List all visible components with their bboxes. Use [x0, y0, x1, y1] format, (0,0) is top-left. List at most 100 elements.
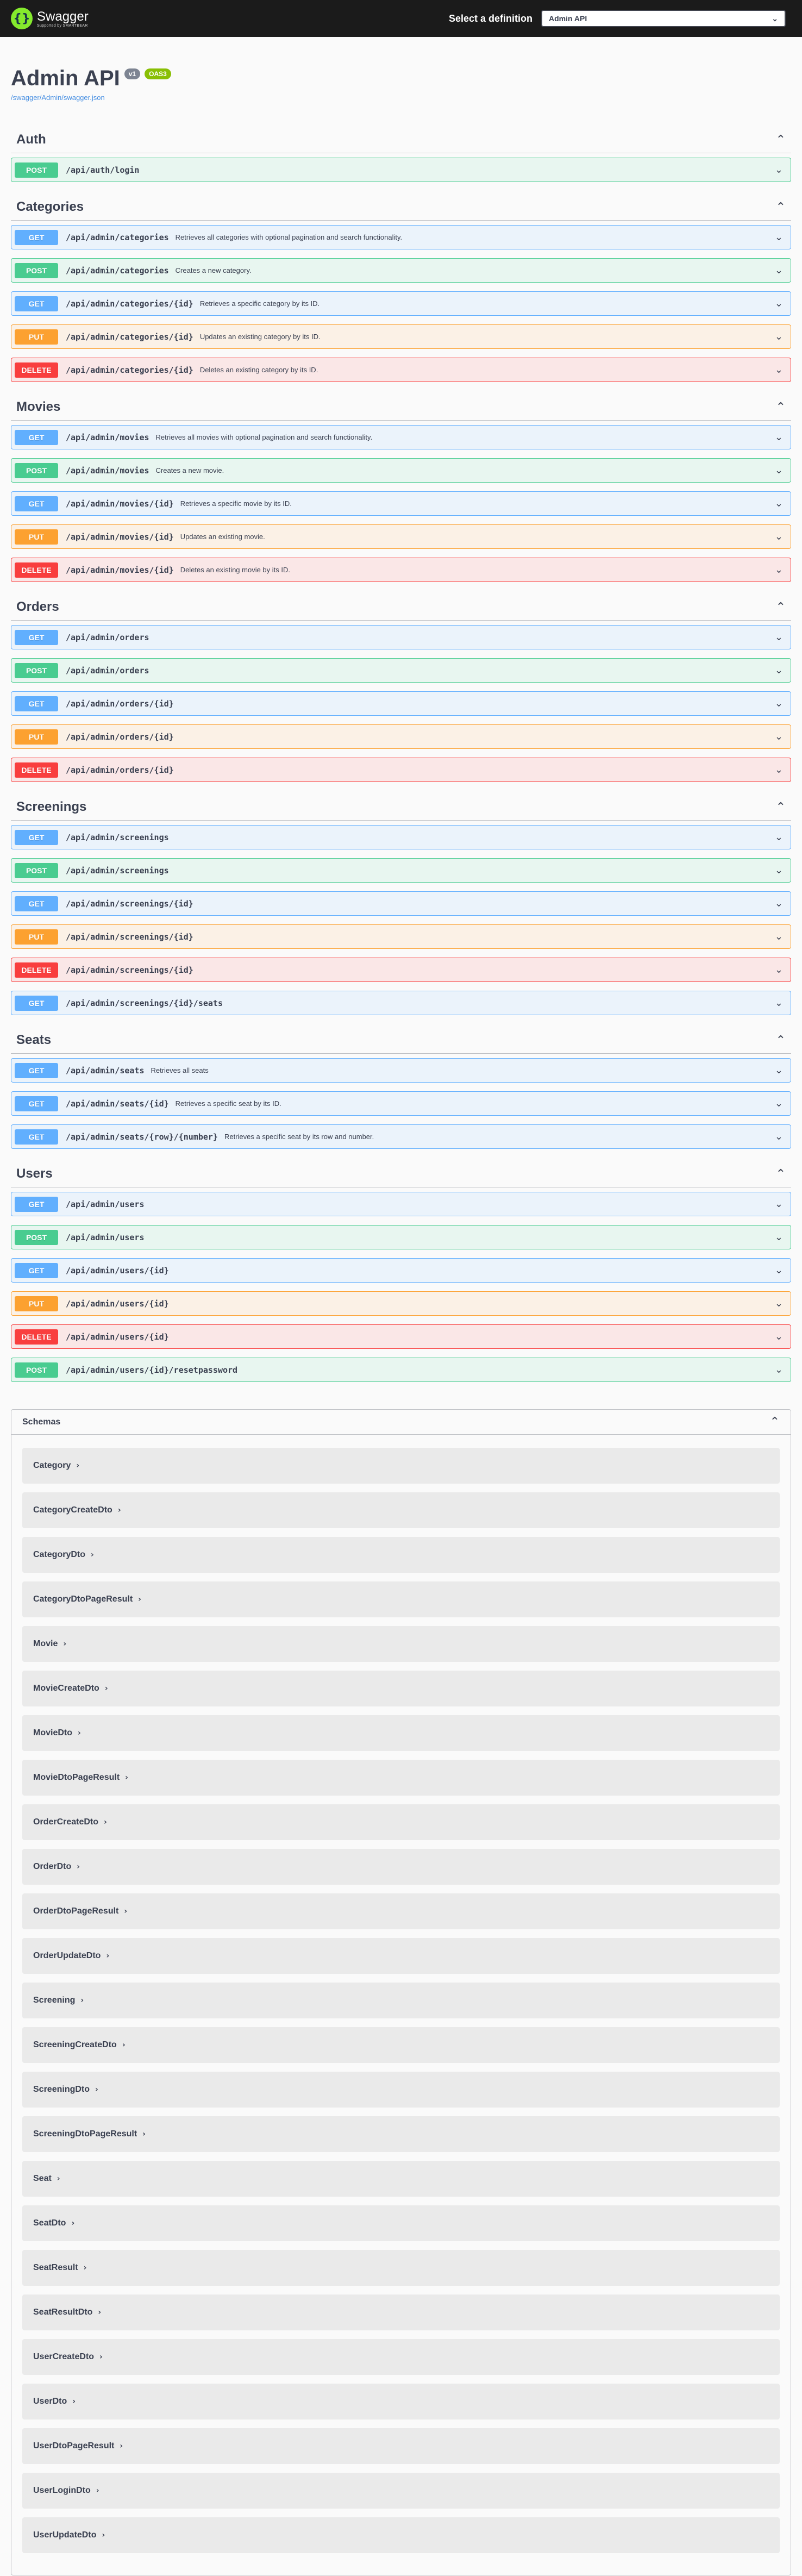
- operation-row[interactable]: POST/api/admin/movies Creates a new movie…: [11, 458, 791, 483]
- model-name: Seat: [33, 2174, 52, 2183]
- operation-row[interactable]: GET/api/admin/screenings ⌄: [11, 825, 791, 849]
- schema-model[interactable]: CategoryDtoPageResult ›: [22, 1581, 780, 1617]
- tag-header[interactable]: Users ⌃: [11, 1162, 791, 1187]
- operation-path: /api/auth/login: [66, 165, 140, 175]
- operation-path: /api/admin/users/{id}: [66, 1265, 169, 1276]
- model-name: SeatDto: [33, 2218, 66, 2228]
- chevron-up-icon: ⌃: [775, 400, 786, 414]
- schema-model[interactable]: SeatDto ›: [22, 2205, 780, 2241]
- method-badge: DELETE: [15, 562, 58, 578]
- tag-name: Orders: [16, 599, 59, 614]
- operation-row[interactable]: POST/api/admin/users/{id}/resetpassword ⌄: [11, 1358, 791, 1382]
- operation-row[interactable]: DELETE/api/admin/screenings/{id} ⌄: [11, 958, 791, 982]
- version-badge: v1: [124, 68, 141, 79]
- chevron-right-icon: ›: [122, 2041, 126, 2049]
- schema-model[interactable]: OrderDto ›: [22, 1849, 780, 1885]
- schema-model[interactable]: SeatResultDto ›: [22, 2294, 780, 2330]
- tag-name: Categories: [16, 199, 84, 214]
- method-badge: DELETE: [15, 1329, 58, 1345]
- schema-model[interactable]: CategoryDto ›: [22, 1537, 780, 1573]
- schema-model[interactable]: UserDto ›: [22, 2384, 780, 2419]
- method-badge: GET: [15, 496, 58, 511]
- schema-model[interactable]: UserLoginDto ›: [22, 2473, 780, 2509]
- operation-summary: Retrieves a specific movie by its ID.: [180, 499, 292, 508]
- schema-model[interactable]: ScreeningDto ›: [22, 2072, 780, 2108]
- operation-row[interactable]: GET/api/admin/categories/{id} Retrieves a…: [11, 291, 791, 316]
- operation-row[interactable]: GET/api/admin/users ⌄: [11, 1192, 791, 1216]
- operation-row[interactable]: GET/api/admin/orders/{id} ⌄: [11, 691, 791, 716]
- schema-model[interactable]: SeatResult ›: [22, 2250, 780, 2286]
- operation-path: /api/admin/movies/{id}: [66, 498, 174, 509]
- schema-model[interactable]: Movie ›: [22, 1626, 780, 1662]
- operation-row[interactable]: GET/api/admin/seats Retrieves all seats ⌄: [11, 1058, 791, 1083]
- api-title: Admin API: [11, 66, 120, 90]
- schema-model[interactable]: OrderUpdateDto ›: [22, 1938, 780, 1974]
- operation-row[interactable]: PUT/api/admin/screenings/{id} ⌄: [11, 924, 791, 949]
- model-name: UserLoginDto: [33, 2486, 91, 2495]
- spec-url-link[interactable]: /swagger/Admin/swagger.json: [11, 93, 791, 102]
- model-name: CategoryCreateDto: [33, 1505, 112, 1515]
- chevron-up-icon: ⌃: [775, 1167, 786, 1181]
- operation-path: /api/admin/screenings/{id}/seats: [66, 998, 223, 1008]
- operation-row[interactable]: POST/api/auth/login ⌄: [11, 158, 791, 182]
- chevron-down-icon: ⌄: [774, 1331, 783, 1342]
- tag-header[interactable]: Auth ⌃: [11, 128, 791, 153]
- operation-row[interactable]: GET/api/admin/seats/{id} Retrieves a spec…: [11, 1091, 791, 1116]
- operation-path: /api/admin/categories: [66, 232, 169, 242]
- operation-path: /api/admin/movies: [66, 432, 149, 442]
- operation-row[interactable]: PUT/api/admin/orders/{id} ⌄: [11, 724, 791, 749]
- swagger-logo[interactable]: {} Swagger Supported by SMARTBEAR: [11, 8, 89, 29]
- operation-row[interactable]: GET/api/admin/seats/{row}/{number} Retrie…: [11, 1124, 791, 1149]
- tag-header[interactable]: Categories ⌃: [11, 195, 791, 221]
- schema-model[interactable]: Category ›: [22, 1448, 780, 1484]
- schema-model[interactable]: UserCreateDto ›: [22, 2339, 780, 2375]
- schema-model[interactable]: ScreeningCreateDto ›: [22, 2027, 780, 2063]
- schema-model[interactable]: UserDtoPageResult ›: [22, 2428, 780, 2464]
- operation-summary: Updates an existing category by its ID.: [199, 333, 321, 341]
- tag-header[interactable]: Screenings ⌃: [11, 795, 791, 821]
- schema-model[interactable]: MovieDto ›: [22, 1715, 780, 1751]
- operation-row[interactable]: PUT/api/admin/categories/{id} Updates an …: [11, 324, 791, 349]
- schema-model[interactable]: OrderDtoPageResult ›: [22, 1893, 780, 1929]
- schema-model[interactable]: MovieCreateDto ›: [22, 1671, 780, 1706]
- operation-row[interactable]: DELETE/api/admin/orders/{id} ⌄: [11, 758, 791, 782]
- tag-header[interactable]: Orders ⌃: [11, 595, 791, 621]
- operation-row[interactable]: DELETE/api/admin/users/{id} ⌄: [11, 1324, 791, 1349]
- operation-row[interactable]: GET/api/admin/movies Retrieves all movies…: [11, 425, 791, 449]
- model-name: CategoryDtoPageResult: [33, 1595, 133, 1604]
- method-badge: PUT: [15, 729, 58, 745]
- operation-row[interactable]: POST/api/admin/orders ⌄: [11, 658, 791, 683]
- operation-row[interactable]: PUT/api/admin/movies/{id} Updates an exis…: [11, 524, 791, 549]
- schema-model[interactable]: OrderCreateDto ›: [22, 1804, 780, 1840]
- operation-row[interactable]: GET/api/admin/orders ⌄: [11, 625, 791, 649]
- definition-select[interactable]: Admin API ⌄: [541, 10, 786, 27]
- operation-row[interactable]: GET/api/admin/users/{id} ⌄: [11, 1258, 791, 1283]
- operation-row[interactable]: PUT/api/admin/users/{id} ⌄: [11, 1291, 791, 1316]
- schema-model[interactable]: UserUpdateDto ›: [22, 2517, 780, 2553]
- operation-row[interactable]: POST/api/admin/categories Creates a new c…: [11, 258, 791, 283]
- operation-row[interactable]: GET/api/admin/screenings/{id}/seats ⌄: [11, 991, 791, 1015]
- chevron-down-icon: ⌄: [774, 531, 783, 542]
- operation-path: /api/admin/seats: [66, 1065, 145, 1076]
- operation-row[interactable]: GET/api/admin/screenings/{id} ⌄: [11, 891, 791, 916]
- topbar: {} Swagger Supported by SMARTBEAR Select…: [0, 0, 802, 37]
- schema-model[interactable]: MovieDtoPageResult ›: [22, 1760, 780, 1796]
- operation-row[interactable]: POST/api/admin/users ⌄: [11, 1225, 791, 1249]
- schema-model[interactable]: Screening ›: [22, 1983, 780, 2018]
- tag-header[interactable]: Movies ⌃: [11, 395, 791, 421]
- tag-header[interactable]: Seats ⌃: [11, 1028, 791, 1054]
- operation-row[interactable]: DELETE/api/admin/categories/{id} Deletes …: [11, 358, 791, 382]
- chevron-right-icon: ›: [91, 1550, 94, 1559]
- operation-row[interactable]: DELETE/api/admin/movies/{id} Deletes an e…: [11, 558, 791, 582]
- method-badge: GET: [15, 1262, 58, 1278]
- operation-row[interactable]: POST/api/admin/screenings ⌄: [11, 858, 791, 883]
- schema-model[interactable]: ScreeningDtoPageResult ›: [22, 2116, 780, 2152]
- operation-path: /api/admin/movies/{id}: [66, 532, 174, 542]
- operation-row[interactable]: GET/api/admin/movies/{id} Retrieves a spe…: [11, 491, 791, 516]
- method-badge: DELETE: [15, 762, 58, 778]
- operation-row[interactable]: GET/api/admin/categories Retrieves all ca…: [11, 225, 791, 249]
- schemas-header[interactable]: Schemas ⌃: [11, 1410, 791, 1435]
- schema-model[interactable]: Seat ›: [22, 2161, 780, 2197]
- schema-model[interactable]: CategoryCreateDto ›: [22, 1492, 780, 1528]
- model-name: Screening: [33, 1996, 76, 2005]
